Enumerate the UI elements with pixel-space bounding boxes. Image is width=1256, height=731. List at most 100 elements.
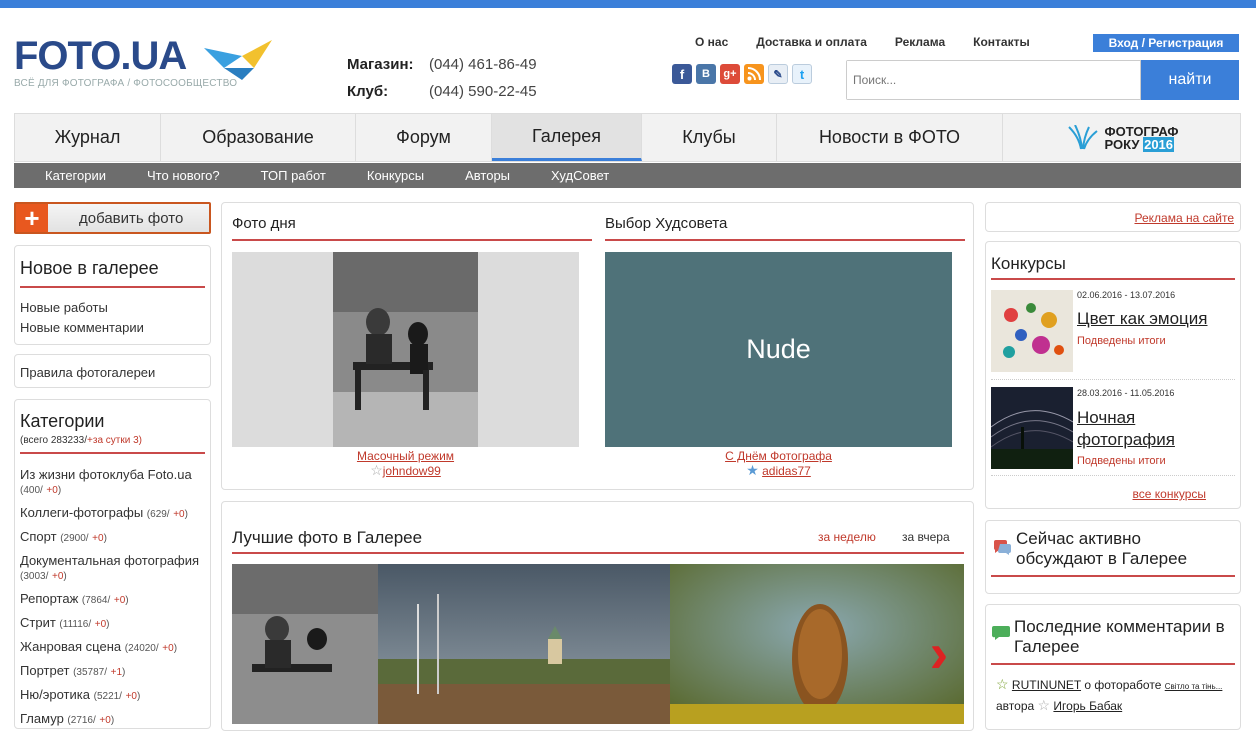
category-today: +0 xyxy=(92,533,104,544)
photo-of-day-link[interactable]: Масочный режим xyxy=(232,449,579,463)
add-photo-button[interactable]: + добавить фото xyxy=(14,202,211,234)
promo-line2a: РОКУ xyxy=(1104,136,1140,152)
link-contacts[interactable]: Контакты xyxy=(973,35,1030,49)
rules-panel: Правила фотогалереи xyxy=(14,354,211,388)
ads-link[interactable]: Реклама на сайте xyxy=(1134,211,1234,225)
contest-1-thumb[interactable] xyxy=(991,290,1073,372)
club-phone: (044) 590-22-45 xyxy=(429,83,537,100)
link-new-comments[interactable]: Новые комментарии xyxy=(20,318,205,338)
subnav-top[interactable]: ТОП работ xyxy=(261,168,326,183)
subnav-hudsovet[interactable]: ХудСовет xyxy=(551,168,609,183)
subnav-categories[interactable]: Категории xyxy=(45,168,106,183)
next-arrow-icon[interactable]: › xyxy=(924,621,954,684)
category-name: Гламур xyxy=(20,711,64,726)
contest-2-thumb[interactable] xyxy=(991,387,1073,469)
photo-of-day-caption-block: Масочный режим ☆johndow99 xyxy=(232,449,579,479)
category-item[interactable]: Гламур (2716/ +0) xyxy=(20,712,205,728)
promo-photographer-2016[interactable]: ФОТОГРАФ РОКУ 2016 xyxy=(1003,114,1240,161)
nav-gallery[interactable]: Галерея xyxy=(492,114,642,161)
subnav-whats-new[interactable]: Что нового? xyxy=(147,168,220,183)
search-input[interactable] xyxy=(847,61,1140,99)
livejournal-icon[interactable]: ✎ xyxy=(768,64,788,84)
ads-panel: Реклама на сайте xyxy=(985,202,1241,232)
login-button[interactable]: Вход / Регистрация xyxy=(1093,34,1239,52)
comment-work[interactable]: Світло та тінь... xyxy=(1165,682,1223,691)
link-rules[interactable]: Правила фотогалереи xyxy=(20,363,205,383)
link-new-works[interactable]: Новые работы xyxy=(20,298,205,318)
nav-news[interactable]: Новости в ФОТО xyxy=(777,114,1003,161)
divider xyxy=(20,452,205,454)
category-item[interactable]: Ню/эротика (5221/ +0) xyxy=(20,688,205,704)
category-name: Документальная фотография xyxy=(20,553,200,568)
category-item[interactable]: Документальная фотография (3003/ +0) xyxy=(20,554,205,584)
nav-education[interactable]: Образование xyxy=(161,114,356,161)
category-item[interactable]: Коллеги-фотографы (629/ +0) xyxy=(20,506,205,522)
best-photo-2[interactable] xyxy=(378,564,670,724)
plus-icon: + xyxy=(16,203,48,233)
sub-nav: Категории Что нового? ТОП работ Конкурсы… xyxy=(14,163,1241,188)
best-photo-3[interactable] xyxy=(670,564,964,724)
link-about[interactable]: О нас xyxy=(695,35,728,49)
category-item[interactable]: Портрет (35787/ +1) xyxy=(20,664,205,680)
category-name: Портрет xyxy=(20,663,70,678)
contests-title: Конкурсы xyxy=(991,254,1066,273)
nav-journal[interactable]: Журнал xyxy=(15,114,161,161)
category-today: +0 xyxy=(99,715,111,726)
categories-today-count: +за сутки 3) xyxy=(87,435,142,446)
hudsovet-author[interactable]: adidas77 xyxy=(762,464,811,478)
category-today: +0 xyxy=(125,691,137,702)
link-delivery[interactable]: Доставка и оплата xyxy=(756,35,867,49)
comment-user[interactable]: RUTINUNET xyxy=(1012,678,1081,692)
nav-forum[interactable]: Форум xyxy=(356,114,492,161)
category-close-paren: ) xyxy=(184,509,188,520)
subnav-authors[interactable]: Авторы xyxy=(465,168,510,183)
top-accent-bar xyxy=(0,0,1256,12)
link-ads[interactable]: Реклама xyxy=(895,35,945,49)
facebook-icon[interactable]: f xyxy=(672,64,692,84)
category-today: +0 xyxy=(51,571,64,582)
best-photo-1[interactable] xyxy=(232,564,378,724)
category-item[interactable]: Жанровая сцена (24020/ +0) xyxy=(20,640,205,656)
category-name: Жанровая сцена xyxy=(20,639,122,654)
search-box xyxy=(846,60,1141,100)
category-close-paren: ) xyxy=(173,643,178,654)
star-icon: ☆ xyxy=(370,462,383,478)
divider xyxy=(232,239,592,241)
divider xyxy=(20,286,205,288)
category-count: (7864/ xyxy=(81,595,111,606)
contest-2-status: Подведены итоги xyxy=(1077,455,1166,467)
hudsovet-image[interactable]: Nude xyxy=(605,252,952,447)
star-icon: ☆ xyxy=(1037,697,1051,713)
comment-author[interactable]: Игорь Бабак xyxy=(1053,699,1122,713)
contest-2-name[interactable]: Ночная фотография xyxy=(1077,407,1227,451)
all-contests-link[interactable]: все конкурсы xyxy=(1133,487,1206,501)
category-name: Коллеги-фотографы xyxy=(20,505,144,520)
photo-of-day-author[interactable]: johndow99 xyxy=(383,464,441,478)
google-plus-icon[interactable]: g+ xyxy=(720,64,740,84)
category-item[interactable]: Спорт (2900/ +0) xyxy=(20,530,205,546)
divider xyxy=(605,239,965,241)
tab-week[interactable]: за неделю xyxy=(818,530,876,544)
category-item[interactable]: Репортаж (7864/ +0) xyxy=(20,592,205,608)
best-photos-title: Лучшие фото в Галерее xyxy=(232,528,423,547)
site-logo[interactable]: FOTO.UA ВСЁ ДЛЯ ФОТОГРАФА / ФОТОСООБЩЕСТ… xyxy=(14,36,272,89)
best-photos-panel: Лучшие фото в Галерее за неделю за вчера… xyxy=(221,501,974,731)
rss-icon[interactable] xyxy=(744,64,764,84)
nav-clubs[interactable]: Клубы xyxy=(642,114,777,161)
hudsovet-title: Выбор Худсовета xyxy=(605,215,728,232)
tab-yesterday[interactable]: за вчера xyxy=(902,530,950,544)
category-item[interactable]: Стрит (11116/ +0) xyxy=(20,616,205,632)
categories-title: Категории xyxy=(20,411,105,431)
search-button[interactable]: найти xyxy=(1141,60,1239,100)
contests-panel: Конкурсы 02.06.2016 - 13.07.2016 Цвет ка… xyxy=(985,241,1241,509)
hudsovet-link[interactable]: С Днём Фотографа xyxy=(605,449,952,463)
twitter-icon[interactable]: t xyxy=(792,64,812,84)
vkontakte-icon[interactable]: B xyxy=(696,64,716,84)
main-nav: Журнал Образование Форум Галерея Клубы Н… xyxy=(14,113,1241,162)
contest-1-name[interactable]: Цвет как эмоция xyxy=(1077,309,1208,329)
subnav-contests[interactable]: Конкурсы xyxy=(367,168,424,183)
category-item[interactable]: Из жизни фотоклуба Foto.ua (400/ +0) xyxy=(20,468,205,498)
grass-logo-icon xyxy=(1067,124,1098,149)
photo-of-day-frame[interactable] xyxy=(232,252,579,447)
category-today: +1 xyxy=(110,667,123,678)
